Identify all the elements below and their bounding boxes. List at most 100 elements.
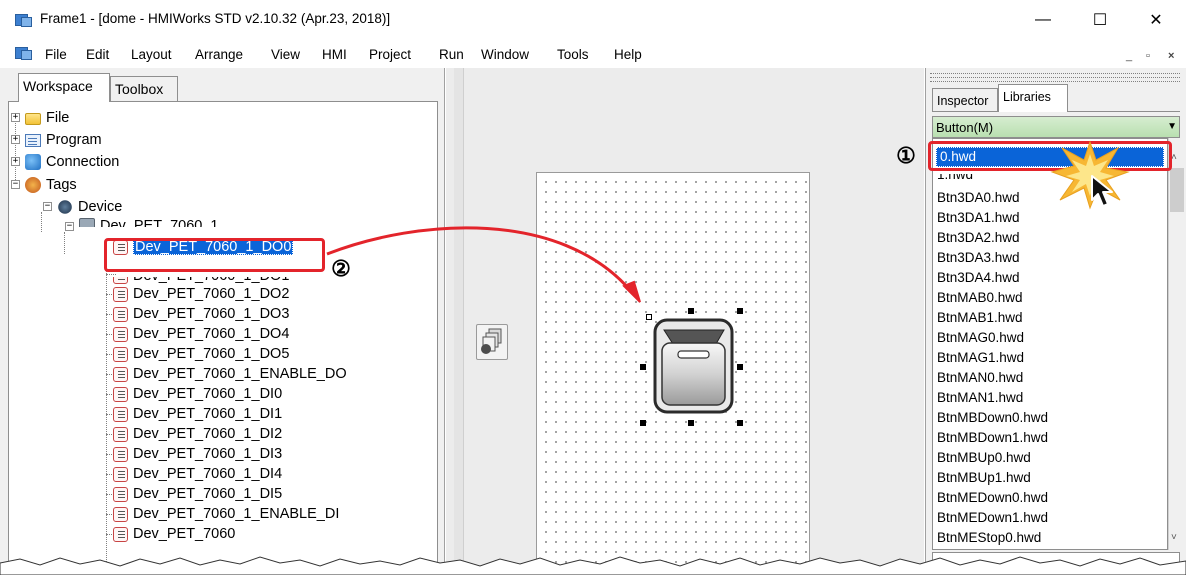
resize-handle[interactable] <box>737 308 743 314</box>
tag-icon <box>113 466 128 482</box>
tag-icon <box>113 426 128 442</box>
menu-arrange[interactable]: Arrange <box>195 47 243 62</box>
menu-layout[interactable]: Layout <box>131 47 172 62</box>
library-item[interactable]: BtnMBUp0.hwd <box>937 448 1031 468</box>
library-item[interactable]: Btn3DA0.hwd <box>937 188 1020 208</box>
step-1-badge: ① <box>896 143 916 168</box>
tree-item-label: Device <box>78 199 123 215</box>
menu-project[interactable]: Project <box>369 47 411 62</box>
menu-edit[interactable]: Edit <box>86 47 109 62</box>
tab-workspace[interactable]: Workspace <box>18 73 110 102</box>
resize-handle[interactable] <box>688 420 694 426</box>
collapse-device-node-icon[interactable]: − <box>65 222 74 231</box>
menu-tools[interactable]: Tools <box>557 47 589 62</box>
tree-item-device-node[interactable]: Dev_PET_7060_1 <box>79 216 219 227</box>
menu-hmi[interactable]: HMI <box>322 47 347 62</box>
library-item[interactable]: BtnMAG0.hwd <box>937 328 1024 348</box>
library-scrollbar-thumb[interactable] <box>1170 168 1184 212</box>
panel-grip[interactable] <box>930 77 1180 78</box>
tree-item-tag[interactable]: Dev_PET_7060_1_DO3 <box>113 304 289 324</box>
tree-item-tag[interactable]: Dev_PET_7060_1_DI1 <box>113 404 282 424</box>
tree-item-tag[interactable]: Dev_PET_7060_1_DI5 <box>113 484 282 504</box>
tree-item-device[interactable]: Device <box>57 197 122 217</box>
library-item[interactable]: BtnMEDown0.hwd <box>937 488 1048 508</box>
torn-edge <box>0 556 1186 575</box>
menu-window[interactable]: Window <box>481 47 529 62</box>
object-palette-button[interactable] <box>476 324 508 360</box>
library-item[interactable]: BtnMAN0.hwd <box>937 368 1023 388</box>
resize-handle[interactable] <box>640 364 646 370</box>
library-item[interactable]: Btn3DA1.hwd <box>937 208 1020 228</box>
tree-item-tag[interactable]: Dev_PET_7060_1_DI2 <box>113 424 282 444</box>
resize-handle[interactable] <box>646 314 652 320</box>
library-item[interactable]: BtnMBDown0.hwd <box>937 408 1048 428</box>
tag-icon <box>113 346 128 362</box>
tree-item-file[interactable]: File <box>25 108 69 128</box>
tree-item-label: Dev_PET_7060_1_ENABLE_DI <box>133 506 340 522</box>
connection-icon <box>25 154 41 170</box>
library-item[interactable]: BtnMEStop0.hwd <box>937 528 1041 548</box>
switch-widget[interactable] <box>640 306 748 430</box>
scroll-down-icon[interactable]: ˅ <box>1171 532 1177 543</box>
tree-item-label: Program <box>46 132 102 148</box>
library-item[interactable]: Btn3DA2.hwd <box>937 228 1020 248</box>
tree-item-program[interactable]: Program <box>25 130 102 150</box>
tree-item-tag[interactable]: Dev_PET_7060 <box>113 524 235 544</box>
tree-item-tag[interactable]: Dev_PET_7060_1_DI0 <box>113 384 282 404</box>
menu-file[interactable]: File <box>45 47 67 62</box>
tag-icon <box>113 386 128 402</box>
resize-handle[interactable] <box>688 308 694 314</box>
workspace-tree[interactable]: + File + Program + Connection − Tags − D… <box>8 101 438 575</box>
library-item[interactable]: Btn3DA4.hwd <box>937 268 1020 288</box>
collapse-device-icon[interactable]: − <box>43 202 52 211</box>
tree-item-tag[interactable]: Dev_PET_7060_1_ENABLE_DI <box>113 504 339 524</box>
tree-item-tag[interactable]: Dev_PET_7060_1_DI3 <box>113 444 282 464</box>
library-item[interactable]: BtnMBUp1.hwd <box>937 468 1031 488</box>
menu-run[interactable]: Run <box>439 47 464 62</box>
expand-connection-icon[interactable]: + <box>11 157 20 166</box>
tree-item-tag[interactable]: Dev_PET_7060_1_DO5 <box>113 344 289 364</box>
library-item[interactable]: BtnMAN1.hwd <box>937 388 1023 408</box>
library-category-select[interactable]: Button(M) ▼ <box>932 116 1180 138</box>
tree-item-tag[interactable]: Dev_PET_7060_1_DI4 <box>113 464 282 484</box>
mdi-close-button[interactable]: × <box>1168 50 1174 62</box>
panel-grip[interactable] <box>930 73 1180 74</box>
tree-item-label: Dev_PET_7060_1_DO3 <box>133 306 290 322</box>
resize-handle[interactable] <box>640 420 646 426</box>
tree-item-label: Dev_PET_7060_1_DO4 <box>133 326 290 342</box>
library-category-value: Button(M) <box>936 120 994 135</box>
menu-help[interactable]: Help <box>614 47 642 62</box>
tree-item-label: Connection <box>46 154 120 170</box>
library-item[interactable]: Btn3DA3.hwd <box>937 248 1020 268</box>
library-item[interactable]: BtnMAG1.hwd <box>937 348 1024 368</box>
library-item[interactable]: BtnMAB0.hwd <box>937 288 1023 308</box>
tree-item-tag[interactable]: Dev_PET_7060_1_ENABLE_DO <box>113 364 347 384</box>
minimize-button[interactable]: — <box>1023 6 1063 34</box>
mdi-restore-button[interactable]: ▫ <box>1146 50 1150 62</box>
tab-inspector[interactable]: Inspector <box>932 88 998 112</box>
tab-toolbox[interactable]: Toolbox <box>110 76 178 102</box>
tree-item-label: Dev_PET_7060_1_DI2 <box>133 426 283 442</box>
tree-item-connection[interactable]: Connection <box>25 152 119 172</box>
mdi-minimize-button[interactable]: _ <box>1126 50 1132 62</box>
expand-program-icon[interactable]: + <box>11 135 20 144</box>
library-item[interactable]: BtnMBDown1.hwd <box>937 428 1048 448</box>
tab-libraries[interactable]: Libraries <box>998 84 1068 112</box>
tag-icon <box>113 326 128 342</box>
tag-icon <box>113 286 128 302</box>
expand-file-icon[interactable]: + <box>11 113 20 122</box>
app-icon <box>15 12 33 28</box>
tree-item-tag[interactable]: Dev_PET_7060_1_DO2 <box>113 284 289 304</box>
library-item[interactable]: BtnMEDown1.hwd <box>937 508 1048 528</box>
menu-view[interactable]: View <box>271 47 300 62</box>
library-item[interactable]: BtnMAB1.hwd <box>937 308 1023 328</box>
resize-handle[interactable] <box>737 420 743 426</box>
panel-grip[interactable] <box>930 81 1180 82</box>
tree-item-tag[interactable]: Dev_PET_7060_1_DO4 <box>113 324 289 344</box>
resize-handle[interactable] <box>737 364 743 370</box>
collapse-tags-icon[interactable]: − <box>11 180 20 189</box>
maximize-button[interactable]: ☐ <box>1080 6 1120 34</box>
folder-icon <box>25 113 41 125</box>
close-button[interactable]: ✕ <box>1136 6 1176 34</box>
tree-item-tags[interactable]: Tags <box>25 175 77 195</box>
